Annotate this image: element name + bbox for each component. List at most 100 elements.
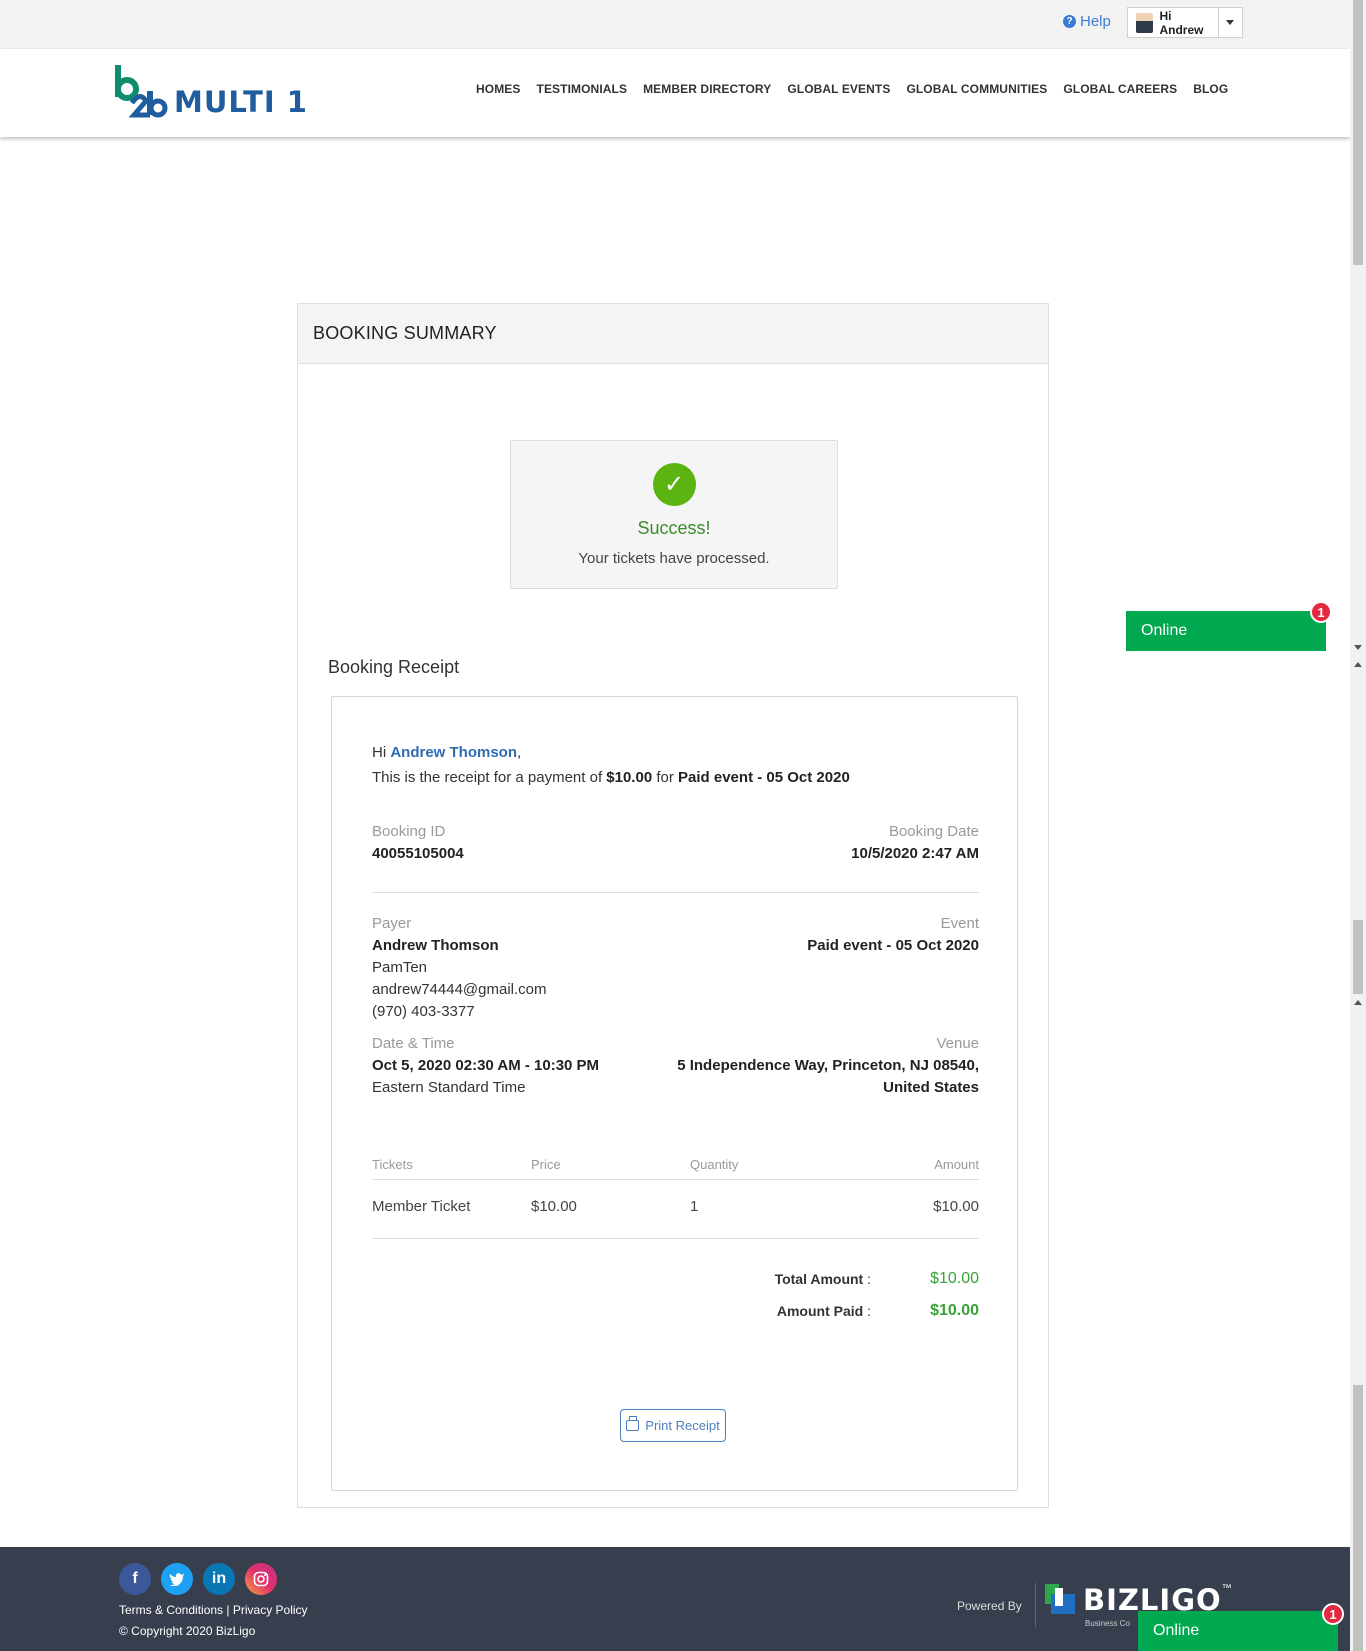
table-row: Member Ticket $10.00 1 $10.00: [372, 1198, 979, 1215]
chevron-down-icon[interactable]: [1217, 8, 1242, 37]
user-menu[interactable]: Hi Andrew: [1127, 7, 1243, 38]
venue-line-2: United States: [883, 1079, 979, 1096]
main-nav: HOMES TESTIMONIALS MEMBER DIRECTORY GLOB…: [476, 82, 1244, 96]
site-logo[interactable]: MULTI 1: [112, 63, 308, 119]
print-receipt-button[interactable]: Print Receipt: [620, 1409, 726, 1442]
datetime-venue-row: Date & Time Oct 5, 2020 02:30 AM - 10:30…: [372, 1033, 979, 1099]
success-message-box: ✓ Success! Your tickets have processed.: [510, 440, 838, 589]
amount-paid: $10.00: [930, 1302, 979, 1319]
total-amount-row: Total Amount : $10.00: [372, 1263, 979, 1295]
event-name: Paid event - 05 Oct 2020: [807, 937, 979, 954]
twitter-icon[interactable]: [161, 1563, 193, 1595]
online-chat-widget[interactable]: Online 1: [1126, 601, 1332, 651]
footer-links: Terms & Conditions | Privacy Policy: [119, 1603, 308, 1617]
online-label: Online: [1141, 622, 1188, 639]
payer-name: Andrew Thomson: [372, 937, 499, 954]
print-receipt-label: Print Receipt: [645, 1418, 720, 1433]
payer-email: andrew74444@gmail.com: [372, 981, 547, 998]
ticket-quantity: 1: [690, 1198, 699, 1215]
booking-summary-panel: BOOKING SUMMARY ✓ Success! Your tickets …: [297, 303, 1049, 1508]
greeting-suffix: ,: [517, 744, 522, 761]
receipt-line-for: for: [656, 769, 674, 786]
nav-global-careers[interactable]: GLOBAL CAREERS: [1063, 82, 1177, 96]
greeting-prefix: Hi: [372, 744, 387, 761]
success-title: Success!: [637, 518, 711, 538]
receipt-greeting: Hi Andrew Thomson, This is the receipt f…: [372, 740, 979, 790]
success-message: Your tickets have processed.: [578, 550, 770, 567]
receipt-line-amount: $10.00: [606, 769, 653, 786]
event-timezone: Eastern Standard Time: [372, 1079, 526, 1096]
venue-label: Venue: [936, 1035, 979, 1052]
totals: Total Amount : $10.00 Amount Paid : $10.…: [372, 1263, 979, 1327]
online-chat-widget-bottom[interactable]: Online 1: [1138, 1603, 1344, 1651]
col-tickets: Tickets: [372, 1157, 413, 1172]
help-link[interactable]: ? Help: [1063, 13, 1111, 30]
facebook-icon[interactable]: f: [119, 1563, 151, 1595]
amount-paid-row: Amount Paid : $10.00: [372, 1295, 979, 1327]
scroll-down-arrow[interactable]: [1354, 645, 1362, 650]
scrollbar-thumb[interactable]: [1353, 0, 1363, 265]
amount-paid-label: Amount Paid :: [776, 1303, 871, 1319]
event-datetime: Oct 5, 2020 02:30 AM - 10:30 PM: [372, 1057, 600, 1074]
online-label: Online: [1153, 1622, 1200, 1639]
booking-info-row: Booking ID 40055105004 Booking Date 10/5…: [372, 821, 979, 865]
ticket-name: Member Ticket: [372, 1198, 471, 1215]
col-price: Price: [531, 1157, 561, 1172]
bizligo-mark-icon: [1045, 1584, 1077, 1616]
payer-name-link[interactable]: Andrew Thomson: [390, 744, 517, 761]
nav-global-communities[interactable]: GLOBAL COMMUNITIES: [906, 82, 1047, 96]
top-bar: ? Help Hi Andrew: [0, 0, 1350, 49]
booking-date: 10/5/2020 2:47 AM: [851, 845, 979, 862]
col-quantity: Quantity: [690, 1157, 739, 1172]
nav-blog[interactable]: BLOG: [1193, 82, 1228, 96]
nav-testimonials[interactable]: TESTIMONIALS: [537, 82, 628, 96]
ticket-price: $10.00: [531, 1198, 577, 1215]
help-label: Help: [1080, 13, 1111, 30]
total-amount-label: Total Amount :: [774, 1271, 871, 1287]
terms-link[interactable]: Terms & Conditions: [119, 1603, 223, 1617]
instagram-icon[interactable]: [245, 1563, 277, 1595]
panel-header: BOOKING SUMMARY: [298, 304, 1048, 364]
payer-company: PamTen: [372, 959, 428, 976]
page-scrollbar[interactable]: [1350, 0, 1366, 1651]
booking-id: 40055105004: [372, 845, 464, 862]
payer-phone: (970) 403-3377: [372, 1003, 475, 1020]
datetime-label: Date & Time: [372, 1035, 455, 1052]
booking-date-label: Booking Date: [888, 823, 979, 840]
total-amount: $10.00: [930, 1270, 979, 1287]
footer-separator: |: [226, 1603, 230, 1617]
b2b-logo-icon: [115, 65, 168, 118]
nav-global-events[interactable]: GLOBAL EVENTS: [787, 82, 890, 96]
notification-badge: 1: [1322, 1603, 1344, 1625]
notification-badge: 1: [1310, 601, 1332, 623]
user-avatar: [1136, 12, 1154, 33]
printer-icon: [626, 1416, 640, 1431]
bizligo-tm: ™: [1221, 1583, 1232, 1594]
scrollbar-thumb-secondary[interactable]: [1353, 920, 1363, 994]
payer-label: Payer: [372, 915, 412, 932]
tickets-table-header: Tickets Price Quantity Amount: [372, 1157, 979, 1172]
venue-line-1: 5 Independence Way, Princeton, NJ 08540,: [677, 1057, 979, 1074]
site-header: MULTI 1 HOMES TESTIMONIALS MEMBER DIRECT…: [0, 49, 1350, 137]
logo-text: MULTI 1: [174, 85, 308, 119]
scrollbar-thumb-tertiary[interactable]: [1353, 1385, 1363, 1651]
bizligo-subtitle: Business Co: [1085, 1619, 1130, 1628]
question-circle-icon: ?: [1063, 15, 1076, 28]
divider: [372, 892, 979, 893]
scroll-up-arrow[interactable]: [1354, 662, 1362, 667]
nav-homes[interactable]: HOMES: [476, 82, 521, 96]
ticket-amount: $10.00: [933, 1198, 979, 1215]
social-links: f in: [119, 1563, 277, 1595]
receipt-line-event: Paid event - 05 Oct 2020: [678, 769, 850, 786]
booking-id-label: Booking ID: [372, 823, 446, 840]
user-greeting: Hi Andrew: [1159, 8, 1204, 37]
linkedin-icon[interactable]: in: [203, 1563, 235, 1595]
scroll-up-arrow[interactable]: [1354, 1000, 1362, 1005]
copyright: © Copyright 2020 BizLigo: [119, 1624, 256, 1638]
booking-receipt: Hi Andrew Thomson, This is the receipt f…: [331, 696, 1018, 1491]
col-amount: Amount: [934, 1157, 979, 1172]
nav-member-directory[interactable]: MEMBER DIRECTORY: [643, 82, 771, 96]
powered-by-label: Powered By: [957, 1599, 1022, 1613]
footer-divider: [1035, 1583, 1036, 1627]
privacy-link[interactable]: Privacy Policy: [233, 1603, 308, 1617]
